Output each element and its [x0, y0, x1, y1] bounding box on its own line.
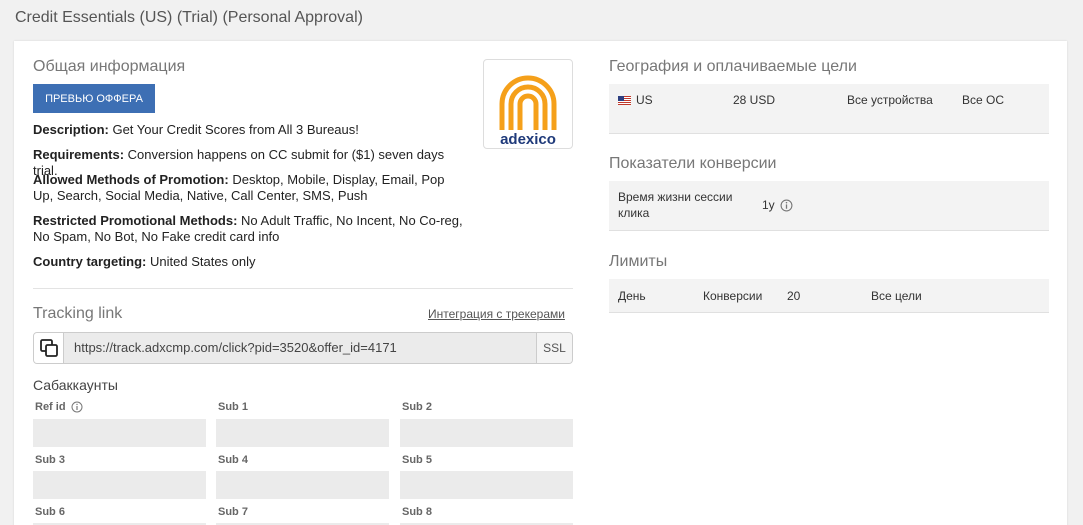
copy-link-button[interactable] [34, 333, 64, 363]
sub4-label: Sub 4 [218, 454, 248, 466]
page-title: Credit Essentials (US) (Trial) (Personal… [15, 9, 363, 26]
requirements-label: Requirements: [33, 147, 125, 162]
offer-card: Общая информация ПРЕВЬЮ ОФФЕРА Descripti… [14, 41, 1067, 525]
conversion-metrics-title: Показатели конверсии [609, 155, 777, 172]
restricted-methods-label: Restricted Promotional Methods: [33, 213, 238, 228]
limit-type: Конверсии [703, 289, 763, 303]
geo-devices: Все устройства [847, 93, 933, 107]
description-value: Get Your Credit Scores from All 3 Bureau… [112, 122, 359, 137]
limits-row: День Конверсии 20 Все цели [609, 279, 1049, 313]
sub5-input[interactable] [400, 471, 573, 499]
sub6-label: Sub 6 [35, 506, 65, 518]
offer-logo: adexico [483, 59, 573, 149]
sub7-label: Sub 7 [218, 506, 248, 518]
country-targeting-value: United States only [150, 254, 256, 269]
geo-country: US [636, 93, 653, 107]
info-icon[interactable] [780, 199, 793, 212]
country-targeting-line: Country targeting: United States only [33, 254, 463, 270]
tracking-link-title: Tracking link [33, 305, 123, 322]
sub3-input[interactable] [33, 471, 206, 499]
sub2-input[interactable] [400, 419, 573, 447]
tracker-integration-link[interactable]: Интеграция с трекерами [428, 307, 565, 321]
tracking-url-input[interactable]: https://track.adxcmp.com/click?pid=3520&… [64, 333, 536, 363]
allowed-methods-line: Allowed Methods of Promotion: Desktop, M… [33, 172, 463, 204]
click-session-lifetime-cell: 1y [762, 197, 793, 213]
tracking-link-field: https://track.adxcmp.com/click?pid=3520&… [33, 332, 573, 364]
sub2-label: Sub 2 [402, 401, 432, 413]
geo-payout: 28 USD [733, 93, 776, 107]
sub8-label: Sub 8 [402, 506, 432, 518]
geo-country-cell: US [618, 92, 653, 108]
ssl-toggle[interactable]: SSL [536, 333, 572, 363]
sub1-input[interactable] [216, 419, 389, 447]
country-targeting-label: Country targeting: [33, 254, 147, 269]
ref-id-label-text: Ref id [35, 401, 66, 413]
click-session-lifetime-label: Время жизни сессии клика [618, 190, 733, 220]
allowed-methods-label: Allowed Methods of Promotion: [33, 172, 229, 187]
conversion-row: Время жизни сессии клика 1y [609, 181, 1049, 231]
click-session-lifetime-value: 1y [762, 198, 775, 212]
limit-value: 20 [787, 289, 801, 303]
limits-title: Лимиты [609, 253, 668, 270]
sub5-label: Sub 5 [402, 454, 432, 466]
us-flag-icon [618, 95, 631, 105]
section-divider [33, 288, 573, 289]
limit-period: День [618, 289, 646, 303]
geo-goals-title: География и оплачиваемые цели [609, 58, 857, 75]
geo-row: US 28 USD Все устройства Все ОС [609, 84, 1049, 134]
ref-id-input[interactable] [33, 419, 206, 447]
logo-text: adexico [500, 131, 556, 148]
sub1-label: Sub 1 [218, 401, 248, 413]
description-line: Description: Get Your Credit Scores from… [33, 122, 463, 138]
general-info-title: Общая информация [33, 58, 186, 75]
geo-os: Все ОС [962, 93, 1005, 107]
offer-preview-button[interactable]: ПРЕВЬЮ ОФФЕРА [33, 84, 155, 113]
restricted-methods-line: Restricted Promotional Methods: No Adult… [33, 213, 463, 245]
description-label: Description: [33, 122, 109, 137]
copy-icon [39, 339, 58, 357]
ref-id-label: Ref id [35, 401, 83, 413]
sub4-input[interactable] [216, 471, 389, 499]
info-icon[interactable] [71, 401, 83, 413]
subaccounts-title: Сабаккаунты [33, 377, 118, 393]
sub3-label: Sub 3 [35, 454, 65, 466]
limit-goals: Все цели [871, 289, 922, 303]
adexico-logo-icon: adexico [499, 75, 557, 148]
